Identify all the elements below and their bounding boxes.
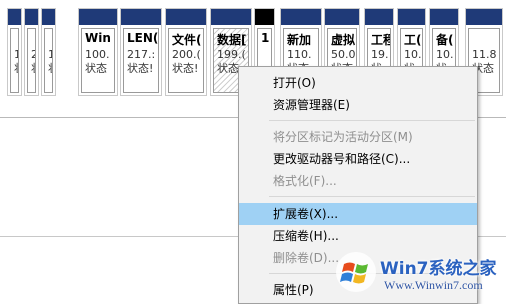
partition-state: 状 (14, 62, 18, 76)
watermark-title: Win7系统之家 (380, 259, 497, 279)
partition-header-bar (255, 9, 274, 25)
partition-state: 状 (48, 62, 52, 76)
partition-body[interactable]: 1( 状 (44, 28, 53, 93)
partition-size: 50.0 (331, 48, 356, 61)
partition-block[interactable]: 1( 状 (7, 8, 22, 96)
partition-size: 1( (14, 48, 18, 62)
menu-item-mark-active[interactable]: 将分区标记为活动分区(M) (239, 126, 477, 148)
partition-header-bar (466, 9, 502, 25)
partition-header-bar (211, 9, 251, 25)
partition-name (472, 31, 499, 48)
partition-name: 新加 (287, 33, 312, 47)
partition-size: 110. (287, 48, 312, 61)
partition-body[interactable]: LEN( 217.: 状态! (123, 28, 159, 93)
partition-name: 工程 (371, 33, 390, 47)
menu-item-change-drive-letter[interactable]: 更改驱动器号和路径(C)... (239, 148, 477, 170)
partition-size: 199.( (217, 48, 246, 61)
partition-name (31, 31, 35, 48)
partition-name (14, 31, 18, 48)
partition-name: 虚拟 (331, 33, 356, 47)
partition-size: 1( (48, 48, 52, 62)
partition-name (48, 31, 52, 48)
partition-block[interactable]: LEN( 217.: 状态! (120, 8, 162, 96)
partition-size: 200.( (172, 48, 201, 61)
partition-header-bar (79, 9, 117, 25)
menu-item-extend-volume[interactable]: 扩展卷(X)... (239, 203, 477, 225)
partition-header-bar (42, 9, 55, 25)
partition-size: 100. (85, 48, 110, 61)
partition-block[interactable]: 文件( 200.( 状态! (165, 8, 207, 96)
partition-block[interactable]: 2 状 (24, 8, 39, 96)
partition-body[interactable]: 文件( 200.( 状态! (168, 28, 204, 93)
partition-size: 217.: (127, 48, 156, 61)
partition-header-bar (398, 9, 425, 25)
partition-header-bar (430, 9, 458, 25)
windows-logo-icon (336, 252, 376, 292)
partition-name: 数据[ (217, 33, 247, 47)
partition-state: 状态 (85, 62, 107, 75)
menu-item-open[interactable]: 打开(O) (239, 72, 477, 94)
menu-item-format[interactable]: 格式化(F)... (239, 170, 477, 192)
partition-header-bar (166, 9, 206, 25)
partition-state: 状态! (127, 62, 154, 75)
partition-name: 文件( (172, 33, 202, 47)
watermark: Win7系统之家 Www.Winwin7.com (330, 244, 506, 304)
partition-name: 工( (404, 33, 422, 47)
partition-block[interactable]: Win 100. 状态 (78, 8, 118, 96)
unallocated-label: 1 (261, 31, 270, 45)
partition-block[interactable]: 1( 状 (41, 8, 56, 96)
partition-size: 19. (371, 48, 389, 61)
partition-header-bar (365, 9, 393, 25)
menu-separator (269, 196, 475, 197)
menu-separator (269, 120, 475, 121)
partition-size: 11.8 (472, 48, 497, 61)
partition-header-bar (281, 9, 321, 25)
partition-body[interactable]: 2 状 (27, 28, 36, 93)
partition-name: LEN( (127, 31, 159, 45)
partition-size: 10. (436, 48, 454, 61)
partition-header-bar (325, 9, 359, 25)
partition-name: 备( (436, 33, 454, 47)
partition-body[interactable]: Win 100. 状态 (81, 28, 115, 93)
partition-size: 10. (404, 48, 422, 61)
partition-header-bar (25, 9, 38, 25)
menu-item-explorer[interactable]: 资源管理器(E) (239, 94, 477, 116)
partition-header-bar (8, 9, 21, 25)
partition-body[interactable]: 1( 状 (10, 28, 19, 93)
partition-header-bar (121, 9, 161, 25)
partition-size: 2 (31, 48, 35, 62)
partition-state: 状态! (172, 62, 199, 75)
watermark-url: Www.Winwin7.com (384, 278, 483, 292)
partition-name: Win (85, 31, 111, 45)
partition-state: 状 (31, 62, 35, 76)
